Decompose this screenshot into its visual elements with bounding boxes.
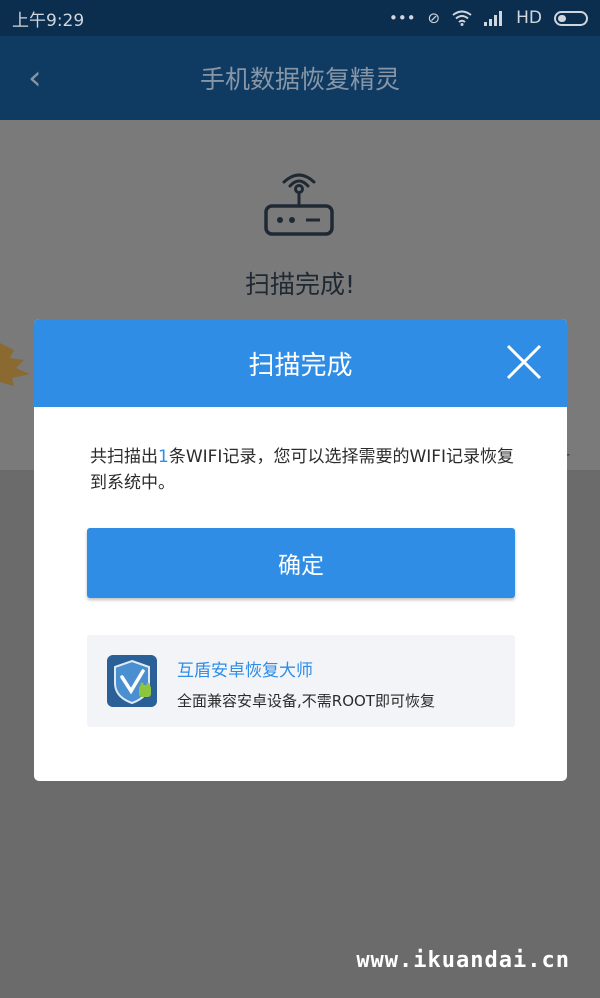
chevron-left-icon[interactable]: ‹ xyxy=(28,60,58,96)
do-not-disturb-icon: ⊘ xyxy=(427,9,441,27)
page-title: 手机数据恢复精灵 xyxy=(199,65,400,94)
status-time: 上午9:29 xyxy=(12,10,85,31)
promo-title: 互盾安卓恢复大师 xyxy=(177,661,313,681)
more-dots-icon: ••• xyxy=(389,9,416,27)
shield-logo-icon xyxy=(107,655,157,707)
router-icon xyxy=(264,173,334,236)
status-bar: 上午9:29 ••• ⊘ HD xyxy=(0,0,600,36)
message-prefix: 共扫描出 xyxy=(90,447,158,467)
scan-complete-dialog: 扫描完成 共扫描出1条WIFI记录，您可以选择需要的WIFI记录恢复到系统中。 … xyxy=(34,319,567,781)
dialog-title: 扫描完成 xyxy=(248,350,353,381)
dialog-header: 扫描完成 xyxy=(34,319,567,407)
record-count: 1 xyxy=(158,447,169,467)
scan-status-text: 扫描完成! xyxy=(244,270,356,299)
close-icon[interactable] xyxy=(505,343,543,381)
app-header: ‹ 手机数据恢复精灵 xyxy=(0,36,600,120)
network-type: HD xyxy=(516,8,542,28)
battery-icon xyxy=(554,10,588,26)
dialog-message: 共扫描出1条WIFI记录，您可以选择需要的WIFI记录恢复到系统中。 xyxy=(90,444,530,496)
promo-card[interactable]: 互盾安卓恢复大师 全面兼容安卓设备,不需ROOT即可恢复 xyxy=(87,635,515,727)
wifi-icon xyxy=(452,10,472,26)
promo-description: 全面兼容安卓设备,不需ROOT即可恢复 xyxy=(177,692,435,710)
signal-icon xyxy=(484,11,503,26)
leaf-icon xyxy=(0,343,30,386)
watermark: www.ikuandai.cn xyxy=(356,948,570,973)
status-icons: ••• ⊘ HD xyxy=(389,8,588,28)
ok-button[interactable]: 确定 xyxy=(87,528,515,598)
